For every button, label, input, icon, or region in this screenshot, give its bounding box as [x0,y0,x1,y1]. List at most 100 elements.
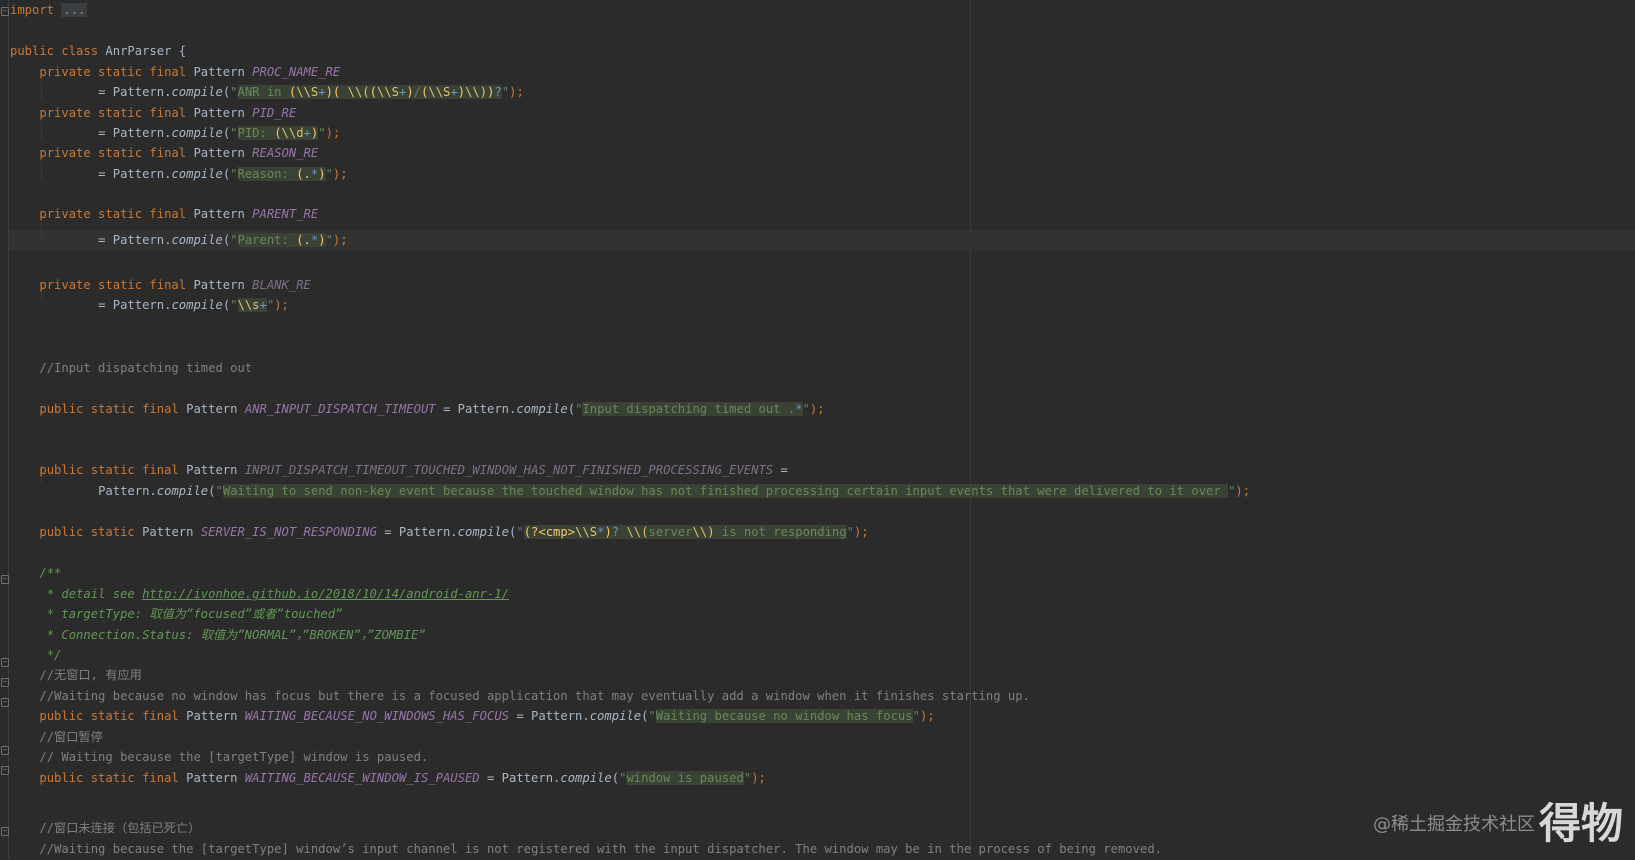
code-line-comment[interactable]: //无窗口, 有应用 [10,665,141,686]
code-line-comment[interactable]: //Waiting because the [targetType] windo… [10,839,1162,860]
keyword: import [10,3,55,17]
fold-toggle-icon[interactable]: − [1,678,9,687]
code-line-class-declaration[interactable]: public class AnrParser { [10,41,186,62]
javadoc-text: * Connection.Status: 取值为”NORMAL”，”BROKEN… [39,628,426,642]
code-line-field-init[interactable]: = Pattern.compile("PID: (\\d+)"); [10,123,340,144]
javadoc-link[interactable]: http://ivonhoe.github.io/2018/10/14/andr… [142,587,509,601]
regex-quantifier: + [318,85,326,99]
code-line-comment[interactable]: //窗口暂停 [10,727,103,748]
regex-literal: Input dispatching timed out . [582,402,796,416]
line-comment: //窗口未连接（包括已死亡） [39,821,201,835]
regex-escape: \\d [281,126,304,140]
code-line-javadoc[interactable]: * Connection.Status: 取值为”NORMAL”，”BROKEN… [10,625,426,646]
type-reference: Pattern. [98,484,157,498]
constant-name: REASON_RE [252,146,319,160]
modifiers: public static [39,525,135,539]
code-line-field-decl[interactable]: public static final Pattern ANR_INPUT_DI… [10,399,825,420]
fold-toggle-icon[interactable]: − [1,575,9,584]
code-line-field-decl[interactable]: public static Pattern SERVER_IS_NOT_RESP… [10,522,869,543]
type-name: Pattern [193,278,245,292]
code-line-field-init[interactable]: = Pattern.compile("Parent: (.*)"); [10,230,348,251]
regex-literal: PID: [237,126,275,140]
modifiers: public static final [39,463,179,477]
code-line-field-init[interactable]: = Pattern.compile("ANR in (\\S+)( \\((\\… [10,82,524,103]
code-line-comment[interactable]: //窗口未连接（包括已死亡） [10,818,200,839]
fold-toggle-icon[interactable]: − [1,7,9,16]
code-line-javadoc[interactable]: */ [10,645,62,666]
regex-literal: Reason: [237,167,297,181]
assignment: = Pattern. [479,771,561,785]
code-line-field-decl[interactable]: private static final Pattern BLANK_RE [10,275,311,296]
regex-escape: . [303,233,311,247]
fold-toggle-icon[interactable]: − [1,766,9,775]
code-line-javadoc[interactable]: * detail see http://ivonhoe.github.io/20… [10,584,509,605]
line-comment: // Waiting because the [targetType] wind… [39,750,429,764]
constant-name: PARENT_RE [252,207,319,221]
code-line-field-init[interactable]: = Pattern.compile("\\s+"); [10,295,289,316]
regex-group: ( [296,233,304,247]
regex-literal: Waiting because no window has focus [655,709,913,723]
editor-gutter[interactable] [0,0,9,859]
type-name: Pattern [193,106,245,120]
method-name: compile [171,126,223,140]
code-line-field-decl[interactable]: public static final Pattern WAITING_BECA… [10,706,935,727]
regex-group: ) [457,85,466,99]
regex-group: ( [332,85,348,99]
type-name: Pattern [193,207,245,221]
regex-escape: . [303,167,311,181]
regex-escape: \\) [465,85,488,99]
fold-toggle-icon[interactable]: − [1,827,9,836]
regex-group: ) [318,233,326,247]
method-name: compile [171,233,223,247]
code-line-javadoc[interactable]: /** [10,563,61,584]
regex-escape: \\( [347,85,370,99]
regex-group: ( [369,85,377,99]
modifiers: private static final [39,106,187,120]
regex-escape: \\S [575,525,598,539]
regex-group: ) [325,85,333,99]
fold-toggle-icon[interactable]: − [1,658,9,667]
folded-imports[interactable]: ... [61,3,88,17]
code-line-field-init[interactable]: Pattern.compile("Waiting to send non-key… [10,481,1250,502]
code-line-field-decl[interactable]: private static final Pattern PARENT_RE [10,204,318,225]
modifiers: public static final [39,402,179,416]
code-line-field-decl[interactable]: private static final Pattern PROC_NAME_R… [10,62,340,83]
code-line-field-decl[interactable]: public static final Pattern INPUT_DISPAT… [10,460,788,481]
javadoc-close: */ [39,648,62,662]
code-line-comment[interactable]: //Input dispatching timed out [10,358,252,379]
code-line-import[interactable]: import ... [10,0,88,21]
code-line-field-decl[interactable]: private static final Pattern REASON_RE [10,143,318,164]
constant-name: SERVER_IS_NOT_RESPONDING [200,525,377,539]
javadoc-text: * detail see [39,587,143,601]
regex-escape: \\) [692,525,715,539]
regex-escape: \\( [626,525,649,539]
constant-name: WAITING_BECAUSE_WINDOW_IS_PAUSED [244,771,480,785]
line-comment: //窗口暂停 [39,730,103,744]
constant-name: ANR_INPUT_DISPATCH_TIMEOUT [244,402,436,416]
assignment: = Pattern. [98,167,172,181]
fold-toggle-icon[interactable]: − [1,746,9,755]
type-name: Pattern [186,709,238,723]
code-editor[interactable]: − − − − − − − − import ... public class … [0,0,1635,859]
constant-name: INPUT_DISPATCH_TIMEOUT_TOUCHED_WINDOW_HA… [244,463,774,477]
modifiers: private static final [39,146,187,160]
modifiers: public static final [39,709,179,723]
code-line-javadoc[interactable]: * targetType: 取值为”focused”或者”touched” [10,604,343,625]
regex-group: ( [274,126,282,140]
fold-toggle-icon[interactable]: − [1,698,9,707]
code-line-field-decl[interactable]: public static final Pattern WAITING_BECA… [10,768,766,789]
watermark: @稀土掘金技术社区得物 [1373,790,1623,851]
code-line-field-decl[interactable]: private static final Pattern PID_RE [10,103,296,124]
assignment: = Pattern. [509,709,590,723]
regex-literal: is not responding [714,525,847,539]
code-line-comment[interactable]: //Waiting because no window has focus bu… [10,686,1030,707]
regex-quantifier: + [303,126,311,140]
code-line-field-init[interactable]: = Pattern.compile("Reason: (.*)"); [10,164,348,185]
watermark-brand-logo: 得物 [1538,799,1623,848]
assignment: = Pattern. [98,298,172,312]
regex-group: ( [523,525,532,539]
regex-literal: Parent: [237,233,297,247]
code-line-comment[interactable]: // Waiting because the [targetType] wind… [10,747,428,768]
keyword: public [10,44,55,58]
assignment: = [773,463,788,477]
